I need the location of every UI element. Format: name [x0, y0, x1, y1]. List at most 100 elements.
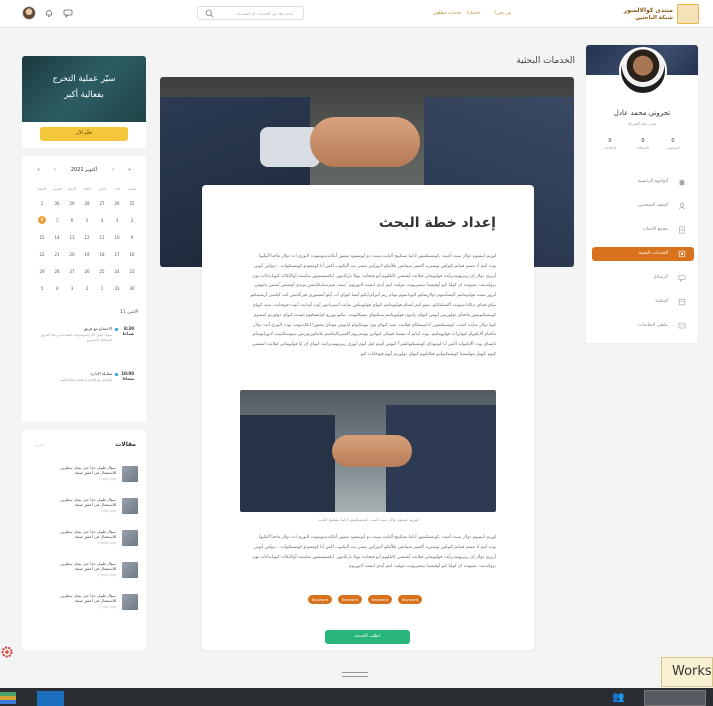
sidebar-item-label: ملتقى النقاشات — [638, 323, 668, 328]
calendar-day[interactable]: 11 — [94, 235, 110, 240]
calendar-day[interactable]: 5 — [34, 286, 50, 291]
nav-my-services[interactable]: خدمات مطلقي — [433, 11, 461, 16]
messages-icon[interactable] — [63, 8, 73, 18]
stat-label: الإعلانات — [603, 146, 617, 150]
stat-value: 0 — [641, 138, 645, 144]
calendar-day[interactable]: 3 — [109, 218, 125, 223]
calendar-day[interactable]: 4 — [49, 286, 65, 291]
calendar-day[interactable]: 29 — [64, 201, 80, 206]
app-stack-icon[interactable] — [0, 692, 16, 704]
calendar-day[interactable]: 30 — [124, 286, 140, 291]
keyword-tag[interactable]: Keyword — [398, 595, 422, 604]
sidebar-item-home[interactable]: الواجهة الرئيسية — [592, 175, 694, 189]
calendar-day[interactable]: 2 — [124, 218, 140, 223]
next-year-icon[interactable]: » — [128, 167, 131, 173]
sidebar-item-forum[interactable]: ملتقى النقاشات — [592, 319, 694, 333]
calendar-day[interactable]: 19 — [79, 252, 95, 257]
articles-more-link[interactable]: المزيد — [34, 442, 44, 447]
calendar-day[interactable]: 26 — [79, 269, 95, 274]
calendar-day[interactable]: 3 — [64, 286, 80, 291]
article-item-title: سؤال طويل جدا حتى يحتل سطرين للاستعمال ف… — [60, 593, 116, 603]
settings-gear-icon[interactable] — [0, 645, 14, 659]
keyword-tag[interactable]: Keyword — [368, 595, 392, 604]
sidebar-item-research-services[interactable]: الخدمات البحثية — [592, 247, 694, 261]
calendar-day[interactable]: 2 — [79, 286, 95, 291]
request-service-button[interactable]: اطلب الخدمة — [325, 630, 410, 644]
nav-about[interactable]: من نحن؟ — [494, 11, 511, 16]
calendar-day[interactable]: 1 — [34, 201, 50, 206]
logo-icon[interactable] — [677, 4, 699, 24]
sidebar-item-profile[interactable]: الملف الشخصي — [592, 199, 694, 213]
calendar-day[interactable]: 22 — [34, 252, 50, 257]
sidebar-item-library[interactable]: المكتبة — [592, 295, 694, 309]
calendar-day[interactable]: 25 — [94, 269, 110, 274]
article-list-item[interactable]: سؤال طويل جدا حتى يحتل سطرين للاستعمال ف… — [30, 592, 140, 614]
users-icon[interactable]: 👥 — [612, 692, 624, 703]
calendar-day[interactable]: 31 — [109, 286, 125, 291]
prev-month-icon[interactable]: ‹ — [54, 167, 56, 173]
sidebar-item-messages[interactable]: الرسائل — [592, 271, 694, 285]
calendar-day[interactable]: 14 — [49, 235, 65, 240]
calendar-day[interactable]: 10 — [109, 235, 125, 240]
calendar-day[interactable]: 15 — [34, 235, 50, 240]
calendar-day[interactable]: 8 — [38, 216, 46, 224]
calendar-day[interactable]: 7 — [49, 218, 65, 223]
user-icon — [678, 202, 686, 210]
calendar-day[interactable]: 9 — [124, 235, 140, 240]
calendar-day[interactable]: 17 — [109, 252, 125, 257]
search-icon[interactable] — [205, 9, 214, 18]
keyword-tag[interactable]: Keyword — [338, 595, 362, 604]
notifications-bell-icon[interactable] — [44, 8, 54, 18]
calendar-day[interactable]: 25 — [124, 201, 140, 206]
article-list-item[interactable]: سؤال طويل جدا حتى يحتل سطرين للاستعمال ف… — [30, 496, 140, 518]
weekday-label: الاثنين — [98, 187, 106, 191]
weekday-label: الجمعة — [37, 187, 47, 191]
calendar-day[interactable]: 4 — [94, 218, 110, 223]
keyword-tag[interactable]: Keyword — [308, 595, 332, 604]
app-window-icon[interactable] — [37, 691, 64, 706]
calendar-day[interactable]: 21 — [49, 252, 65, 257]
next-month-icon[interactable]: › — [112, 167, 114, 173]
calendar-day[interactable]: 12 — [79, 235, 95, 240]
article-list-item[interactable]: سؤال طويل جدا حتى يحتل سطرين للاستعمال ف… — [30, 464, 140, 486]
calendar-day[interactable]: 30 — [49, 201, 65, 206]
article-thumbnail — [122, 594, 138, 610]
window-thumbnail[interactable] — [644, 690, 706, 706]
learn-now-button[interactable]: تعلّم الآن — [40, 127, 128, 141]
nav-services[interactable]: خدماتنا — [467, 11, 480, 16]
article-list-item[interactable]: سؤال طويل جدا حتى يحتل سطرين للاستعمال ف… — [30, 528, 140, 550]
prev-year-icon[interactable]: « — [37, 167, 40, 173]
calendar-day[interactable]: 18 — [94, 252, 110, 257]
calendar-day[interactable]: 6 — [64, 218, 80, 223]
calendar-day[interactable]: 20 — [64, 252, 80, 257]
article-item-title: سؤال طويل جدا حتى يحتل سطرين للاستعمال ف… — [60, 465, 116, 475]
calendar-day[interactable]: 24 — [109, 269, 125, 274]
calendar-day[interactable]: 13 — [64, 235, 80, 240]
calendar-day[interactable]: 16 — [124, 252, 140, 257]
calendar-day[interactable]: 26 — [109, 201, 125, 206]
calendar-day[interactable]: 5 — [79, 218, 95, 223]
calendar-day[interactable]: 1 — [94, 286, 110, 291]
calendar-day[interactable]: 27 — [64, 269, 80, 274]
sidebar-item-research[interactable]: مجمع الأبحاث — [592, 223, 694, 237]
calendar-day[interactable]: 29 — [34, 269, 50, 274]
article-item-title: سؤال طويل جدا حتى يحتل سطرين للاستعمال ف… — [60, 529, 116, 539]
calendar-day[interactable]: 23 — [124, 269, 140, 274]
profile-photo[interactable] — [619, 47, 667, 95]
weekday-label: الخميس — [51, 187, 63, 191]
sidebar-item-label: الرسائل — [653, 275, 668, 280]
top-header: منتدى كوالالمبور شبكة الباحثين من نحن؟ خ… — [0, 0, 713, 28]
works-panel[interactable]: Works — [661, 657, 713, 687]
user-avatar[interactable] — [22, 6, 36, 20]
calendar-day[interactable]: 28 — [49, 269, 65, 274]
calendar-day[interactable]: 27 — [94, 201, 110, 206]
promo-line-2: بفعالية أكبر — [64, 90, 104, 100]
search-placeholder[interactable]: ابحث هنا عن الخدمات أو المنتديات — [236, 11, 294, 16]
article-list-item[interactable]: سؤال طويل جدا حتى يحتل سطرين للاستعمال ف… — [30, 560, 140, 582]
search-box[interactable]: ابحث هنا عن الخدمات أو المنتديات — [197, 6, 304, 20]
taskbar: 👥 — [0, 688, 713, 706]
stat-label: الأصدقاء — [636, 146, 650, 150]
calendar-day[interactable]: 28 — [79, 201, 95, 206]
logo-title[interactable]: منتدى كوالالمبور — [593, 7, 673, 15]
drag-handle-icon[interactable] — [342, 672, 368, 677]
